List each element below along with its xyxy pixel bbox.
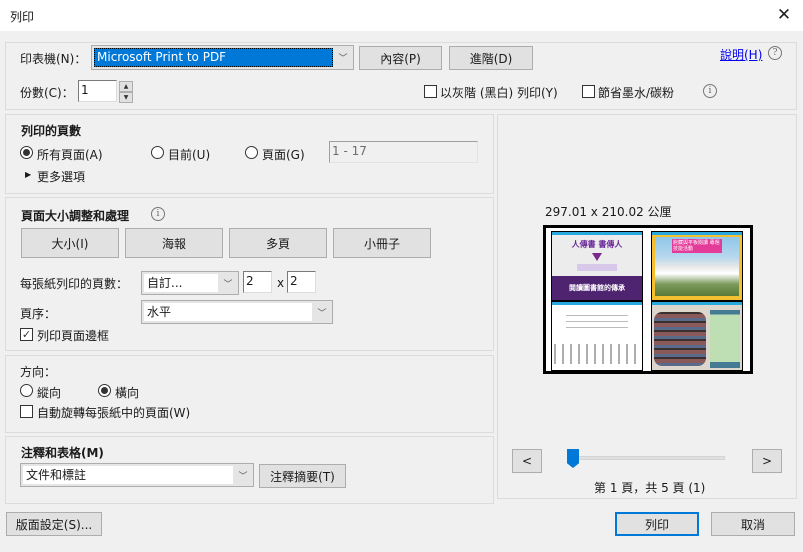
radio-portrait[interactable] <box>20 384 33 397</box>
paper-size-label: 297.01 x 210.02 公厘 <box>545 205 672 219</box>
radio-current-page[interactable] <box>151 146 164 159</box>
comments-heading: 注釋和表格(M) <box>21 446 104 460</box>
page-order-label: 頁序： <box>20 307 57 321</box>
auto-rotate-label: 自動旋轉每張紙中的頁面(W) <box>37 406 191 420</box>
pages-per-sheet-select[interactable]: 自訂... ﹀ <box>141 271 239 295</box>
pages-per-sheet-value: 自訂... <box>144 274 218 292</box>
printer-select[interactable]: Microsoft Print to PDF ﹀ <box>91 45 354 70</box>
window-title: 列印 <box>10 10 35 24</box>
thumb-text-lines <box>566 315 628 333</box>
close-icon[interactable]: ✕ <box>773 4 795 26</box>
page-sizing-heading: 頁面大小調整和處理 <box>21 209 130 223</box>
preview-thumb: 館藏與平板閱讀 專題技能活動 <box>651 231 743 301</box>
cols-input[interactable]: 2 <box>243 271 272 293</box>
help-link[interactable]: 說明(H) <box>720 46 762 63</box>
pages-per-sheet-label: 每張紙列印的頁數： <box>20 277 129 291</box>
comments-select[interactable]: 文件和標註 ﹀ <box>20 463 254 487</box>
chevron-down-icon: ﹀ <box>317 308 327 319</box>
times-label: x <box>277 276 285 290</box>
stepper-down-icon[interactable]: ▼ <box>119 92 133 103</box>
stepper-up-icon[interactable]: ▲ <box>119 81 133 92</box>
radio-current-page-label: 目前(U) <box>168 148 211 162</box>
orientation-heading: 方向： <box>20 365 57 379</box>
info-icon[interactable]: i <box>151 207 165 221</box>
copies-stepper[interactable]: ▲ ▼ <box>119 81 133 103</box>
auto-rotate-checkbox[interactable] <box>20 405 33 418</box>
thumb-header-bar <box>652 302 742 305</box>
thumb-header-bar <box>552 232 642 235</box>
save-ink-label: 節省墨水/碳粉 <box>598 86 675 100</box>
print-border-checkbox[interactable]: ✓ <box>20 328 33 341</box>
radio-all-pages[interactable] <box>20 146 33 159</box>
thumb-title: 館藏與平板閱讀 專題技能活動 <box>672 239 722 253</box>
page-order-select[interactable]: 水平 ﹀ <box>141 300 333 324</box>
preview-thumb <box>551 301 643 371</box>
preview-thumb <box>651 301 743 371</box>
preview-thumb: 人傳書 書傳人 閱讀圖書館的傳承 <box>551 231 643 301</box>
radio-portrait-label: 縱向 <box>37 386 62 400</box>
thumb-emblem <box>592 253 602 261</box>
page-slider-track[interactable] <box>575 456 725 460</box>
chevron-down-icon: ﹀ <box>223 279 233 290</box>
properties-button[interactable]: 內容(P) <box>359 46 442 70</box>
title-bar: 列印 ✕ <box>0 0 803 31</box>
thumb-subbar <box>577 264 617 271</box>
multiple-button[interactable]: 多頁 <box>229 228 327 258</box>
radio-all-pages-label: 所有頁面(A) <box>37 148 103 162</box>
copies-input[interactable]: 1 <box>78 80 117 102</box>
pages-to-print-heading: 列印的頁數 <box>21 124 82 138</box>
page-range-input[interactable]: 1 - 17 <box>329 141 478 163</box>
prev-page-button[interactable]: < <box>512 449 542 473</box>
chevron-down-icon: ﹀ <box>238 471 248 482</box>
thumb-title: 人傳書 書傳人 <box>571 240 623 249</box>
rows-input[interactable]: 2 <box>287 271 316 293</box>
comments-select-value: 文件和標註 <box>23 466 233 484</box>
save-ink-checkbox[interactable] <box>582 85 595 98</box>
summarize-comments-button[interactable]: 注釋摘要(T) <box>259 464 346 488</box>
chevron-down-icon: ﹀ <box>338 54 348 64</box>
radio-page-range-label: 頁面(G) <box>262 148 305 162</box>
next-page-button[interactable]: > <box>752 449 782 473</box>
grayscale-checkbox[interactable] <box>424 85 437 98</box>
booklet-button[interactable]: 小冊子 <box>333 228 431 258</box>
thumb-figures <box>554 344 640 364</box>
cancel-button[interactable]: 取消 <box>711 512 795 536</box>
printer-label: 印表機(N)： <box>20 52 87 66</box>
thumb-banner: 閱讀圖書館的傳承 <box>552 276 642 300</box>
advanced-button[interactable]: 進階(D) <box>449 46 533 70</box>
preview-sheet: 人傳書 書傳人 閱讀圖書館的傳承 館藏與平板閱讀 專題技能活動 <box>543 225 753 374</box>
printer-select-value: Microsoft Print to PDF <box>94 48 333 67</box>
thumb-flowchart <box>710 310 740 368</box>
page-setup-button[interactable]: 版面設定(S)... <box>6 512 102 536</box>
poster-button[interactable]: 海報 <box>125 228 223 258</box>
thumb-header-bar <box>652 232 742 235</box>
size-button[interactable]: 大小(I) <box>21 228 119 258</box>
page-status: 第 1 頁，共 5 頁 (1) <box>594 481 706 495</box>
grayscale-label: 以灰階 (黑白) 列印(Y) <box>440 86 558 100</box>
more-options-link[interactable]: 更多選項 <box>37 168 85 185</box>
copies-label: 份數(C)： <box>20 86 74 100</box>
thumb-header-bar <box>552 302 642 305</box>
info-icon[interactable]: i <box>703 84 717 98</box>
radio-page-range[interactable] <box>245 146 258 159</box>
expand-triangle-icon[interactable]: ▶ <box>25 170 31 179</box>
radio-landscape-label: 橫向 <box>115 386 140 400</box>
help-icon[interactable]: ? <box>768 46 782 60</box>
print-border-label: 列印頁面邊框 <box>37 329 110 343</box>
page-order-value: 水平 <box>144 303 312 321</box>
orientation-panel <box>5 355 494 433</box>
thumb-bookshelf <box>654 312 706 366</box>
radio-landscape[interactable] <box>98 384 111 397</box>
print-button[interactable]: 列印 <box>615 512 699 536</box>
